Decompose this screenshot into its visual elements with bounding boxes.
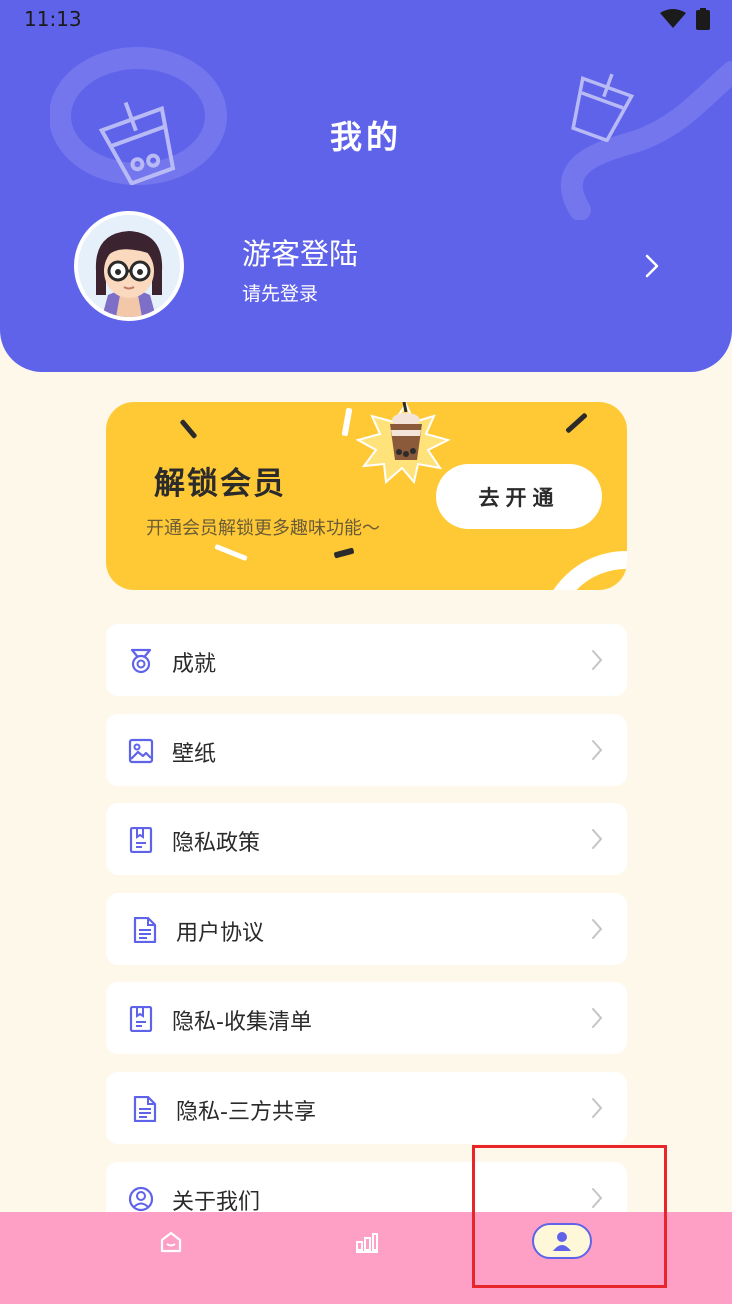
- wifi-icon: [660, 9, 686, 28]
- chevron-right-icon: [592, 1188, 603, 1208]
- document-bookmark-icon: [129, 827, 153, 853]
- bar-chart-icon: [356, 1233, 378, 1253]
- bottom-tab-bar: [0, 1212, 732, 1304]
- activate-vip-button[interactable]: 去开通: [436, 464, 602, 529]
- menu-item-third-party-sharing[interactable]: 隐私-三方共享: [106, 1072, 627, 1144]
- medal-icon: [130, 648, 152, 674]
- decorative-dash: [179, 418, 198, 440]
- image-icon: [128, 738, 154, 764]
- document-icon: [133, 917, 157, 943]
- vip-banner[interactable]: 解锁会员 开通会员解锁更多趣味功能～ 去开通: [106, 402, 627, 590]
- chevron-right-icon: [592, 1008, 603, 1028]
- home-icon: [160, 1231, 182, 1253]
- menu-item-label: 用户协议: [176, 921, 265, 946]
- user-circle-icon: [128, 1186, 154, 1212]
- avatar[interactable]: [74, 211, 184, 321]
- status-time: 11:13: [24, 7, 82, 31]
- avatar-girl-icon: [78, 215, 180, 317]
- decorative-dash: [333, 547, 355, 559]
- status-bar: 11:13: [0, 0, 732, 38]
- menu-item-privacy-collection-list[interactable]: 隐私-收集清单: [106, 982, 627, 1054]
- decorative-dash: [214, 543, 248, 562]
- profile-header: 我的 游客登陆 请先登录: [0, 0, 732, 372]
- document-icon: [133, 1096, 157, 1122]
- menu-item-label: 隐私-收集清单: [172, 1010, 312, 1035]
- chevron-right-icon: [592, 829, 603, 849]
- chevron-right-icon: [592, 740, 603, 760]
- decorative-dash: [565, 412, 588, 434]
- chevron-right-icon[interactable]: [644, 253, 660, 279]
- user-name[interactable]: 游客登陆: [242, 231, 358, 273]
- user-icon: [553, 1232, 571, 1251]
- menu-item-wallpaper[interactable]: 壁纸: [106, 714, 627, 786]
- document-bookmark-icon: [129, 1006, 153, 1032]
- menu-item-label: 壁纸: [172, 742, 217, 767]
- menu-item-label: 隐私政策: [172, 831, 261, 856]
- menu-item-achievements[interactable]: 成就: [106, 624, 627, 696]
- chevron-right-icon: [592, 919, 603, 939]
- decorative-dash: [341, 407, 353, 437]
- page-title: 我的: [329, 118, 402, 156]
- tab-stats[interactable]: [307, 1212, 427, 1272]
- login-entry[interactable]: 游客登陆 请先登录: [74, 211, 674, 321]
- bubble-tea-icon: [356, 402, 451, 484]
- vip-subtitle: 开通会员解锁更多趣味功能～: [146, 518, 380, 539]
- chevron-right-icon: [592, 650, 603, 670]
- vip-title: 解锁会员: [154, 466, 286, 502]
- chevron-right-icon: [592, 1098, 603, 1118]
- menu-item-label: 成就: [172, 652, 217, 677]
- menu-item-user-agreement[interactable]: 用户协议: [106, 893, 627, 965]
- login-hint: 请先登录: [242, 283, 319, 305]
- battery-icon: [696, 8, 710, 30]
- tab-profile[interactable]: [502, 1212, 622, 1272]
- menu-item-label: 隐私-三方共享: [176, 1100, 316, 1125]
- tab-home[interactable]: [111, 1212, 231, 1272]
- decorative-arc-shape: [553, 551, 627, 590]
- menu-item-privacy-policy[interactable]: 隐私政策: [106, 803, 627, 875]
